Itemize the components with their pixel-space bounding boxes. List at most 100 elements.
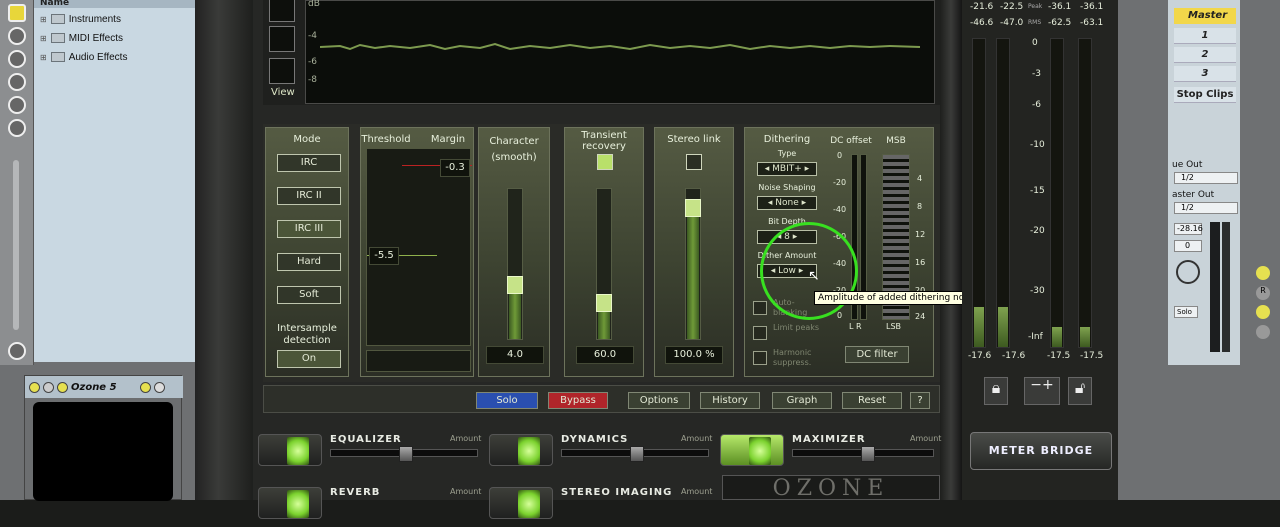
module-dynamics[interactable]: DYNAMICS Amount: [489, 430, 719, 474]
character-value[interactable]: 4.0: [486, 346, 544, 364]
save-icon[interactable]: [153, 381, 165, 393]
plug-icon[interactable]: [8, 27, 26, 45]
threshold-meter[interactable]: -0.3 -5.5: [366, 148, 472, 346]
noise-shaping-select[interactable]: ◂ None ▸: [757, 196, 817, 210]
amount-slider[interactable]: [792, 446, 934, 462]
expand-icon[interactable]: ⊞: [40, 15, 47, 24]
amount-slider-handle[interactable]: [630, 446, 644, 462]
transient-value[interactable]: 60.0: [576, 346, 634, 364]
folder-icon[interactable]: [8, 4, 26, 22]
clip-slot[interactable]: 3: [1174, 66, 1236, 82]
transient-enable-checkbox[interactable]: [597, 154, 613, 170]
harmonic-suppress-label: Harmonic suppress.: [773, 348, 812, 367]
view-thumb-2[interactable]: [269, 26, 295, 52]
module-reverb[interactable]: REVERB Amount: [258, 483, 488, 527]
expand-icon[interactable]: ⊞: [40, 53, 47, 62]
reset-button[interactable]: Reset: [842, 392, 902, 409]
character-fader[interactable]: [507, 188, 523, 340]
clip-slot[interactable]: 1: [1174, 28, 1236, 44]
mode-irc3-button[interactable]: IRC III: [277, 220, 341, 238]
equalizer-power[interactable]: [258, 434, 322, 466]
pan-knob[interactable]: [1176, 260, 1200, 284]
waveform-display[interactable]: dB -4 -6 -8: [305, 0, 935, 104]
refresh-icon[interactable]: [8, 119, 26, 137]
volume-value[interactable]: -28.16: [1174, 223, 1203, 235]
device-on-icon[interactable]: [29, 381, 40, 393]
browser-item-midi-effects[interactable]: ⊞ MIDI Effects: [40, 29, 123, 47]
module-equalizer[interactable]: EQUALIZER Amount: [258, 430, 488, 474]
amount-slider[interactable]: [561, 446, 709, 462]
mode-hard-button[interactable]: Hard: [277, 253, 341, 271]
lock-icon[interactable]: 🔒︎: [984, 377, 1008, 405]
stereo-link-checkbox[interactable]: [686, 154, 702, 170]
module-maximizer[interactable]: MAXIMIZER Amount: [720, 430, 942, 474]
arrow-right-icon[interactable]: ▸: [802, 164, 810, 174]
dc-filter-button[interactable]: DC filter: [845, 346, 909, 363]
maximizer-power[interactable]: [720, 434, 784, 466]
auto-blanking-checkbox[interactable]: [753, 301, 767, 315]
history-button[interactable]: History: [700, 392, 760, 409]
options-button[interactable]: Options: [628, 392, 690, 409]
stereo-imaging-power[interactable]: [489, 487, 553, 519]
mode-irc-button[interactable]: IRC: [277, 154, 341, 172]
device-title-bar: Ozone 5: [25, 376, 183, 398]
master-track-title[interactable]: Master: [1174, 8, 1236, 24]
link-gain-icon[interactable]: −+: [1024, 377, 1060, 405]
arrow-right-icon[interactable]: ▸: [799, 198, 807, 208]
rail-scrollbar[interactable]: [13, 160, 19, 330]
meter-bridge-button[interactable]: METER BRIDGE: [970, 432, 1112, 470]
reverb-power[interactable]: [258, 487, 322, 519]
master-out-label: aster Out: [1172, 190, 1215, 200]
chevron-down-icon[interactable]: [43, 381, 54, 393]
view-thumb-1[interactable]: [269, 0, 295, 22]
graph-button[interactable]: Graph: [772, 392, 832, 409]
dc-scale-tick: 0: [837, 311, 843, 320]
disc-icon[interactable]: [8, 96, 26, 114]
monitor-icon[interactable]: [1256, 325, 1270, 339]
dither-type-select[interactable]: ◂ MBIT+ ▸: [757, 162, 817, 176]
intersample-toggle[interactable]: On: [277, 350, 341, 368]
wave-icon[interactable]: [8, 342, 26, 360]
mode-irc2-button[interactable]: IRC II: [277, 187, 341, 205]
wrench-icon[interactable]: [57, 381, 68, 393]
threshold-value[interactable]: -5.5: [369, 247, 399, 265]
amount-slider[interactable]: [330, 446, 478, 462]
settings-icon[interactable]: [139, 381, 151, 393]
view-thumb-3[interactable]: [269, 58, 295, 84]
module-stereo-imaging[interactable]: STEREO IMAGING Amount: [489, 483, 719, 527]
stereo-link-fader[interactable]: [685, 188, 701, 340]
cue-out-select[interactable]: 1/2: [1174, 172, 1238, 184]
bypass-button[interactable]: Bypass: [548, 392, 608, 409]
stereo-link-value[interactable]: 100.0 %: [665, 346, 723, 364]
solo-toggle[interactable]: Solo: [1174, 306, 1198, 318]
master-out-select[interactable]: 1/2: [1174, 202, 1238, 214]
character-fader-handle[interactable]: [507, 276, 523, 294]
disc-icon[interactable]: [8, 50, 26, 68]
pan-value[interactable]: 0: [1174, 240, 1202, 252]
master-fader[interactable]: [1222, 222, 1230, 352]
amount-slider-handle[interactable]: [399, 446, 413, 462]
help-button[interactable]: ?: [910, 392, 930, 409]
amount-slider-handle[interactable]: [861, 446, 875, 462]
browser-item-instruments[interactable]: ⊞ Instruments: [40, 10, 121, 28]
browser-item-audio-effects[interactable]: ⊞ Audio Effects: [40, 48, 127, 66]
disc-icon[interactable]: [8, 73, 26, 91]
arm-icon[interactable]: [1256, 266, 1270, 280]
dynamics-power[interactable]: [489, 434, 553, 466]
mode-soft-button[interactable]: Soft: [277, 286, 341, 304]
expand-icon[interactable]: ⊞: [40, 34, 47, 43]
harmonic-suppress-checkbox[interactable]: [753, 351, 767, 365]
margin-value[interactable]: -0.3: [440, 159, 470, 177]
solo-button[interactable]: Solo: [476, 392, 538, 409]
record-icon[interactable]: R: [1256, 286, 1270, 300]
meter-fill: [1080, 327, 1090, 347]
monitor-icon[interactable]: [1256, 305, 1270, 319]
stop-clips-button[interactable]: Stop Clips: [1174, 87, 1236, 103]
limit-peaks-checkbox[interactable]: [753, 326, 767, 340]
lock-icon[interactable]: 🔓︎: [1068, 377, 1092, 405]
transient-fader[interactable]: [596, 188, 612, 340]
stereo-link-fader-handle[interactable]: [685, 199, 701, 217]
clip-slot[interactable]: 2: [1174, 47, 1236, 63]
transient-fader-handle[interactable]: [596, 294, 612, 312]
output-meter-right: [1078, 38, 1092, 348]
